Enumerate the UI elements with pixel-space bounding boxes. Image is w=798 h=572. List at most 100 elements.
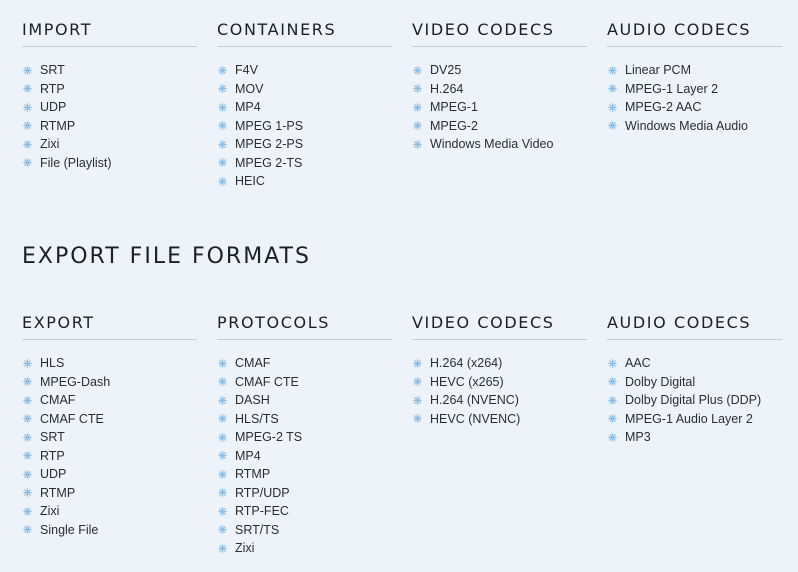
snowflake-bullet-icon bbox=[23, 506, 32, 516]
list-item-label: Linear PCM bbox=[625, 63, 691, 78]
list-item: MPEG 2-TS bbox=[217, 154, 392, 173]
list-item-label: HLS/TS bbox=[235, 411, 279, 426]
list-item-label: HLS bbox=[40, 356, 65, 371]
list-item: HEIC bbox=[217, 172, 392, 191]
list-item: UDP bbox=[22, 98, 197, 117]
list-item-label: CMAF CTE bbox=[40, 411, 104, 426]
list-item: H.264 bbox=[412, 80, 587, 99]
list-item-label: MPEG-1 Audio Layer 2 bbox=[625, 411, 753, 426]
snowflake-bullet-icon bbox=[218, 139, 227, 149]
list-item: RTMP bbox=[22, 484, 197, 503]
snowflake-bullet-icon bbox=[218, 65, 227, 75]
list-item-label: Windows Media Video bbox=[430, 137, 554, 152]
snowflake-bullet-icon bbox=[413, 414, 422, 424]
format-list: DV25 H.264 MPEG-1 MPEG-2 Windows Media Video bbox=[412, 47, 587, 154]
format-list: F4V MOV MP4 MPEG 1-PS MPEG 2-PS MPEG 2-TS HEIC bbox=[217, 47, 392, 191]
list-item-label: H.264 bbox=[430, 81, 464, 96]
list-item: Windows Media Audio bbox=[607, 117, 782, 136]
snowflake-bullet-icon bbox=[23, 451, 32, 461]
list-item-label: RTMP bbox=[40, 118, 76, 133]
list-item: MPEG-1 Layer 2 bbox=[607, 80, 782, 99]
list-item-label: RTMP bbox=[40, 485, 76, 500]
list-item: UDP bbox=[22, 465, 197, 484]
list-item-label: MP3 bbox=[625, 430, 651, 445]
list-item: CMAF CTE bbox=[217, 373, 392, 392]
list-item-label: MOV bbox=[235, 81, 264, 96]
format-list: CMAF CMAF CTE DASH HLS/TS MPEG-2 TS MP4 RTMP RT… bbox=[217, 340, 392, 558]
snowflake-bullet-icon bbox=[23, 469, 32, 479]
format-list: SRT RTP UDP RTMP Zixi File (Playlist) bbox=[22, 47, 197, 172]
list-item: MPEG-2 AAC bbox=[607, 98, 782, 117]
export-formats-grid: EXPORT HLS MPEG-Dash CMAF CMAF CTE SRT RTP UDP R… bbox=[22, 313, 784, 558]
list-item-label: DV25 bbox=[430, 63, 462, 78]
list-item: SRT/TS bbox=[217, 521, 392, 540]
snowflake-bullet-icon bbox=[413, 358, 422, 368]
snowflake-bullet-icon bbox=[218, 84, 227, 94]
snowflake-bullet-icon bbox=[413, 121, 422, 131]
column-title: PROTOCOLS bbox=[217, 313, 392, 340]
snowflake-bullet-icon bbox=[23, 432, 32, 442]
format-list: H.264 (x264) HEVC (x265) H.264 (NVENC) HEVC… bbox=[412, 340, 587, 428]
list-item: MPEG 2-PS bbox=[217, 135, 392, 154]
list-item: HLS/TS bbox=[217, 410, 392, 429]
snowflake-bullet-icon bbox=[608, 121, 617, 131]
list-item-label: UDP bbox=[40, 100, 67, 115]
list-item-label: MPEG-2 bbox=[430, 118, 478, 133]
snowflake-bullet-icon bbox=[218, 451, 227, 461]
column-title: VIDEO CODECS bbox=[412, 20, 587, 47]
snowflake-bullet-icon bbox=[608, 65, 617, 75]
snowflake-bullet-icon bbox=[413, 102, 422, 112]
list-item: RTP bbox=[22, 80, 197, 99]
snowflake-bullet-icon bbox=[218, 488, 227, 498]
list-item: CMAF bbox=[22, 391, 197, 410]
format-column-audio-codecs: AUDIO CODECS Linear PCM MPEG-1 Layer 2 MPEG… bbox=[607, 20, 782, 191]
list-item: MPEG-1 bbox=[412, 98, 587, 117]
list-item: RTP/UDP bbox=[217, 484, 392, 503]
list-item-label: HEVC (NVENC) bbox=[430, 411, 521, 426]
snowflake-bullet-icon bbox=[218, 121, 227, 131]
list-item: HEVC (x265) bbox=[412, 373, 587, 392]
format-column-export: EXPORT HLS MPEG-Dash CMAF CMAF CTE SRT RTP UDP R… bbox=[22, 313, 197, 558]
list-item-label: CMAF bbox=[40, 393, 76, 408]
list-item: Single File bbox=[22, 521, 197, 540]
list-item-label: SRT/TS bbox=[235, 522, 280, 537]
column-title: IMPORT bbox=[22, 20, 197, 47]
list-item: CMAF bbox=[217, 354, 392, 373]
list-item: SRT bbox=[22, 61, 197, 80]
list-item: HEVC (NVENC) bbox=[412, 410, 587, 429]
snowflake-bullet-icon bbox=[23, 84, 32, 94]
column-title: CONTAINERS bbox=[217, 20, 392, 47]
list-item-label: HEVC (x265) bbox=[430, 374, 504, 389]
list-item-label: Single File bbox=[40, 522, 99, 537]
list-item-label: MPEG-1 Layer 2 bbox=[625, 81, 719, 96]
list-item-label: MPEG-Dash bbox=[40, 374, 111, 389]
list-item: RTMP bbox=[22, 117, 197, 136]
snowflake-bullet-icon bbox=[608, 84, 617, 94]
list-item-label: RTP bbox=[40, 448, 65, 463]
snowflake-bullet-icon bbox=[608, 377, 617, 387]
column-title: AUDIO CODECS bbox=[607, 313, 782, 340]
list-item: RTP-FEC bbox=[217, 502, 392, 521]
list-item: Zixi bbox=[217, 539, 392, 558]
list-item: H.264 (NVENC) bbox=[412, 391, 587, 410]
snowflake-bullet-icon bbox=[413, 65, 422, 75]
snowflake-bullet-icon bbox=[23, 102, 32, 112]
snowflake-bullet-icon bbox=[218, 506, 227, 516]
list-item: Zixi bbox=[22, 502, 197, 521]
snowflake-bullet-icon bbox=[218, 414, 227, 424]
list-item: DV25 bbox=[412, 61, 587, 80]
list-item: AAC bbox=[607, 354, 782, 373]
export-section-heading: EXPORT FILE FORMATS bbox=[22, 244, 311, 269]
list-item: MPEG-2 TS bbox=[217, 428, 392, 447]
list-item: Linear PCM bbox=[607, 61, 782, 80]
list-item-label: Zixi bbox=[40, 137, 60, 152]
format-column-video-codecs: VIDEO CODECS DV25 H.264 MPEG-1 MPEG-2 Windows… bbox=[412, 20, 587, 191]
snowflake-bullet-icon bbox=[23, 395, 32, 405]
list-item: Windows Media Video bbox=[412, 135, 587, 154]
list-item-label: MP4 bbox=[235, 100, 261, 115]
list-item: MPEG-2 bbox=[412, 117, 587, 136]
snowflake-bullet-icon bbox=[608, 102, 617, 112]
list-item: Zixi bbox=[22, 135, 197, 154]
snowflake-bullet-icon bbox=[413, 395, 422, 405]
snowflake-bullet-icon bbox=[23, 488, 32, 498]
